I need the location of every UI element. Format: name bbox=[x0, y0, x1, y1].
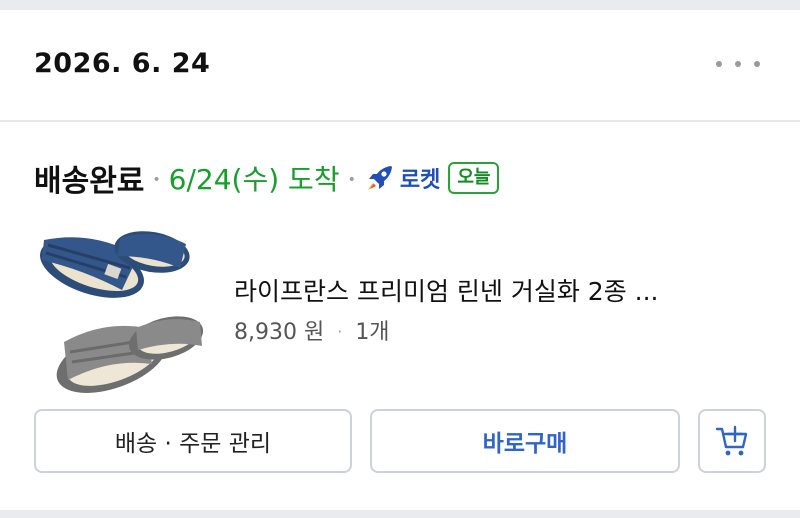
cart-add-icon bbox=[715, 425, 748, 456]
order-date: 2026. 6. 24 bbox=[34, 48, 211, 79]
add-to-cart-button[interactable] bbox=[698, 409, 766, 473]
separator-dot: · bbox=[337, 322, 343, 341]
price-row: 8,930 원 · 1개 bbox=[234, 314, 390, 346]
buy-now-button[interactable]: 바로구매 bbox=[370, 409, 680, 473]
delivery-status: 배송완료 bbox=[34, 164, 145, 199]
order-header: 2026. 6. 24 bbox=[0, 10, 800, 122]
more-options-icon[interactable] bbox=[716, 52, 760, 76]
arrival-date: 6/24(수) 도착 bbox=[168, 163, 340, 196]
separator-dot: • bbox=[152, 172, 161, 188]
product-quantity: 1개 bbox=[355, 320, 390, 345]
delivery-order-manage-button[interactable]: 배송 · 주문 관리 bbox=[34, 409, 352, 473]
product-image[interactable] bbox=[34, 210, 212, 406]
separator-dot: • bbox=[347, 172, 356, 188]
today-badge: 오늘 bbox=[448, 162, 500, 194]
rocket-icon bbox=[367, 166, 392, 190]
order-card: 2026. 6. 24 배송완료 • 6/24(수) 도착 • 로켓 오늘 라이… bbox=[0, 10, 800, 510]
product-name[interactable]: 라이프란스 프리미엄 린넨 거실화 2종 ... bbox=[234, 272, 764, 308]
delivery-status-row: 배송완료 • 6/24(수) 도착 • 로켓 오늘 bbox=[34, 158, 500, 199]
product-price: 8,930 원 bbox=[234, 320, 325, 345]
rocket-label: 로켓 bbox=[399, 168, 441, 193]
